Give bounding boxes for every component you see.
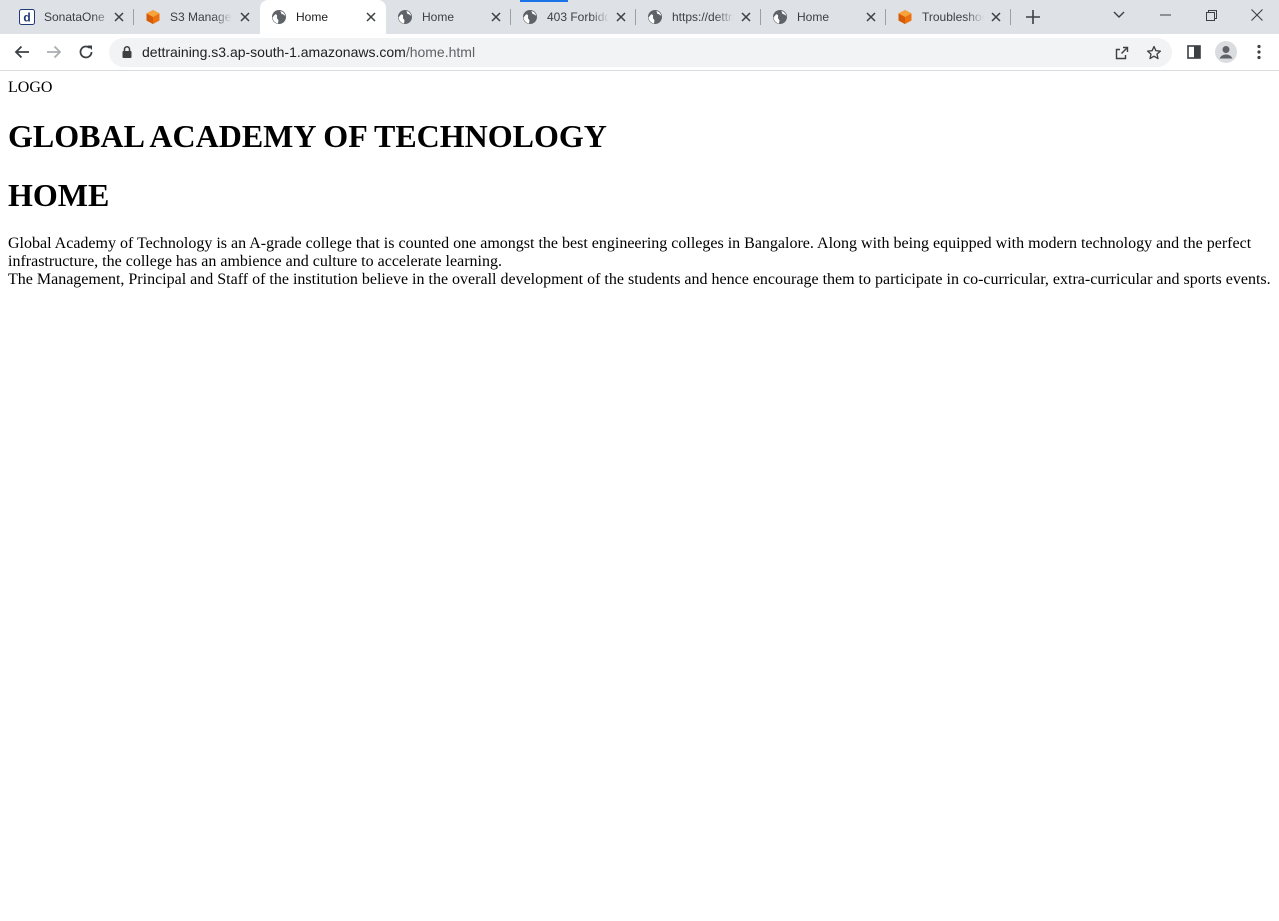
url-text[interactable]: dettraining.s3.ap-south-1.amazonaws.com/… xyxy=(142,44,475,61)
minimize-button[interactable] xyxy=(1142,0,1188,30)
tab-home[interactable]: Home xyxy=(386,0,511,34)
browser-toolbar: dettraining.s3.ap-south-1.amazonaws.com/… xyxy=(0,34,1279,71)
minimize-icon xyxy=(1159,14,1171,16)
close-icon[interactable] xyxy=(613,9,629,25)
side-panel-icon xyxy=(1187,45,1201,59)
profile-button[interactable] xyxy=(1214,40,1238,64)
logo-alt-text: LOGO xyxy=(8,79,53,96)
logo-image-broken: LOGO xyxy=(8,79,52,97)
close-icon[interactable] xyxy=(863,9,879,25)
tab-loading-indicator xyxy=(520,0,568,2)
url-host: dettraining.s3.ap-south-1.amazonaws.com xyxy=(142,44,406,60)
tab-title: Troubleshooting xyxy=(922,10,984,24)
aws-cube-icon xyxy=(897,9,913,25)
new-tab-button[interactable] xyxy=(1022,7,1044,27)
tab-s3-management[interactable]: S3 Management Console xyxy=(134,0,260,34)
tab-troubleshooting[interactable]: Troubleshooting xyxy=(886,0,1011,34)
tab-dettraining-url[interactable]: https://dettraining xyxy=(636,0,761,34)
close-icon[interactable] xyxy=(363,9,379,25)
restore-icon xyxy=(1205,9,1217,21)
menu-button[interactable] xyxy=(1247,40,1271,64)
tab-title: Home xyxy=(797,10,830,24)
globe-icon xyxy=(271,9,287,25)
window-close-button[interactable] xyxy=(1234,0,1279,30)
share-icon[interactable] xyxy=(1113,44,1131,62)
tab-home-active[interactable]: Home xyxy=(260,0,386,34)
svg-text:d: d xyxy=(23,11,30,25)
tab-separator xyxy=(1010,9,1011,25)
home-heading: HOME xyxy=(8,177,110,213)
globe-icon xyxy=(397,9,413,25)
globe-icon xyxy=(522,9,538,25)
close-icon xyxy=(1251,9,1263,21)
letter-d-icon: d xyxy=(19,9,35,25)
tab-strip: d SonataOne S3 Management Console Home H… xyxy=(0,0,1279,34)
forward-button[interactable] xyxy=(42,40,66,64)
page-text: Global Academy of Technology is an A-gra… xyxy=(8,235,1271,289)
reload-button[interactable] xyxy=(74,40,98,64)
aws-cube-icon xyxy=(145,9,161,25)
arrow-right-icon xyxy=(47,45,62,59)
close-icon[interactable] xyxy=(738,9,754,25)
chevron-down-icon xyxy=(1113,11,1125,18)
paragraph-intro: Global Academy of Technology is an A-gra… xyxy=(8,235,1252,270)
plus-icon xyxy=(1026,10,1040,24)
globe-icon xyxy=(772,9,788,25)
tab-search-button[interactable] xyxy=(1096,0,1142,30)
college-heading: GLOBAL ACADEMY OF TECHNOLOGY xyxy=(8,118,607,154)
close-icon[interactable] xyxy=(111,9,127,25)
close-icon[interactable] xyxy=(988,9,1004,25)
tab-title: SonataOne xyxy=(44,10,105,24)
side-panel-button[interactable] xyxy=(1182,40,1206,64)
tab-title: https://dettraining xyxy=(672,10,734,24)
tab-title: S3 Management Console xyxy=(170,10,232,24)
tab-sonataone[interactable]: d SonataOne xyxy=(8,0,134,34)
more-vertical-icon xyxy=(1257,44,1261,60)
tab-title: Home xyxy=(296,10,329,24)
address-bar[interactable]: dettraining.s3.ap-south-1.amazonaws.com/… xyxy=(109,38,1172,67)
tab-title: 403 Forbidden xyxy=(547,10,609,24)
lock-icon[interactable] xyxy=(120,45,134,59)
back-button[interactable] xyxy=(10,40,34,64)
close-icon[interactable] xyxy=(237,9,253,25)
url-path: /home.html xyxy=(405,44,476,60)
arrow-left-icon xyxy=(14,45,29,59)
web-page: LOGO GLOBAL ACADEMY OF TECHNOLOGY HOME G… xyxy=(0,71,1279,921)
star-icon[interactable] xyxy=(1145,44,1163,62)
tab-home-2[interactable]: Home xyxy=(761,0,886,34)
restore-button[interactable] xyxy=(1188,0,1234,30)
globe-icon xyxy=(647,9,663,25)
tab-403-forbidden[interactable]: 403 Forbidden xyxy=(511,0,636,34)
tab-title: Home xyxy=(422,10,455,24)
avatar-icon xyxy=(1215,41,1237,63)
reload-icon xyxy=(79,45,93,59)
paragraph-development: The Management, Principal and Staff of t… xyxy=(8,271,1271,288)
close-icon[interactable] xyxy=(488,9,504,25)
